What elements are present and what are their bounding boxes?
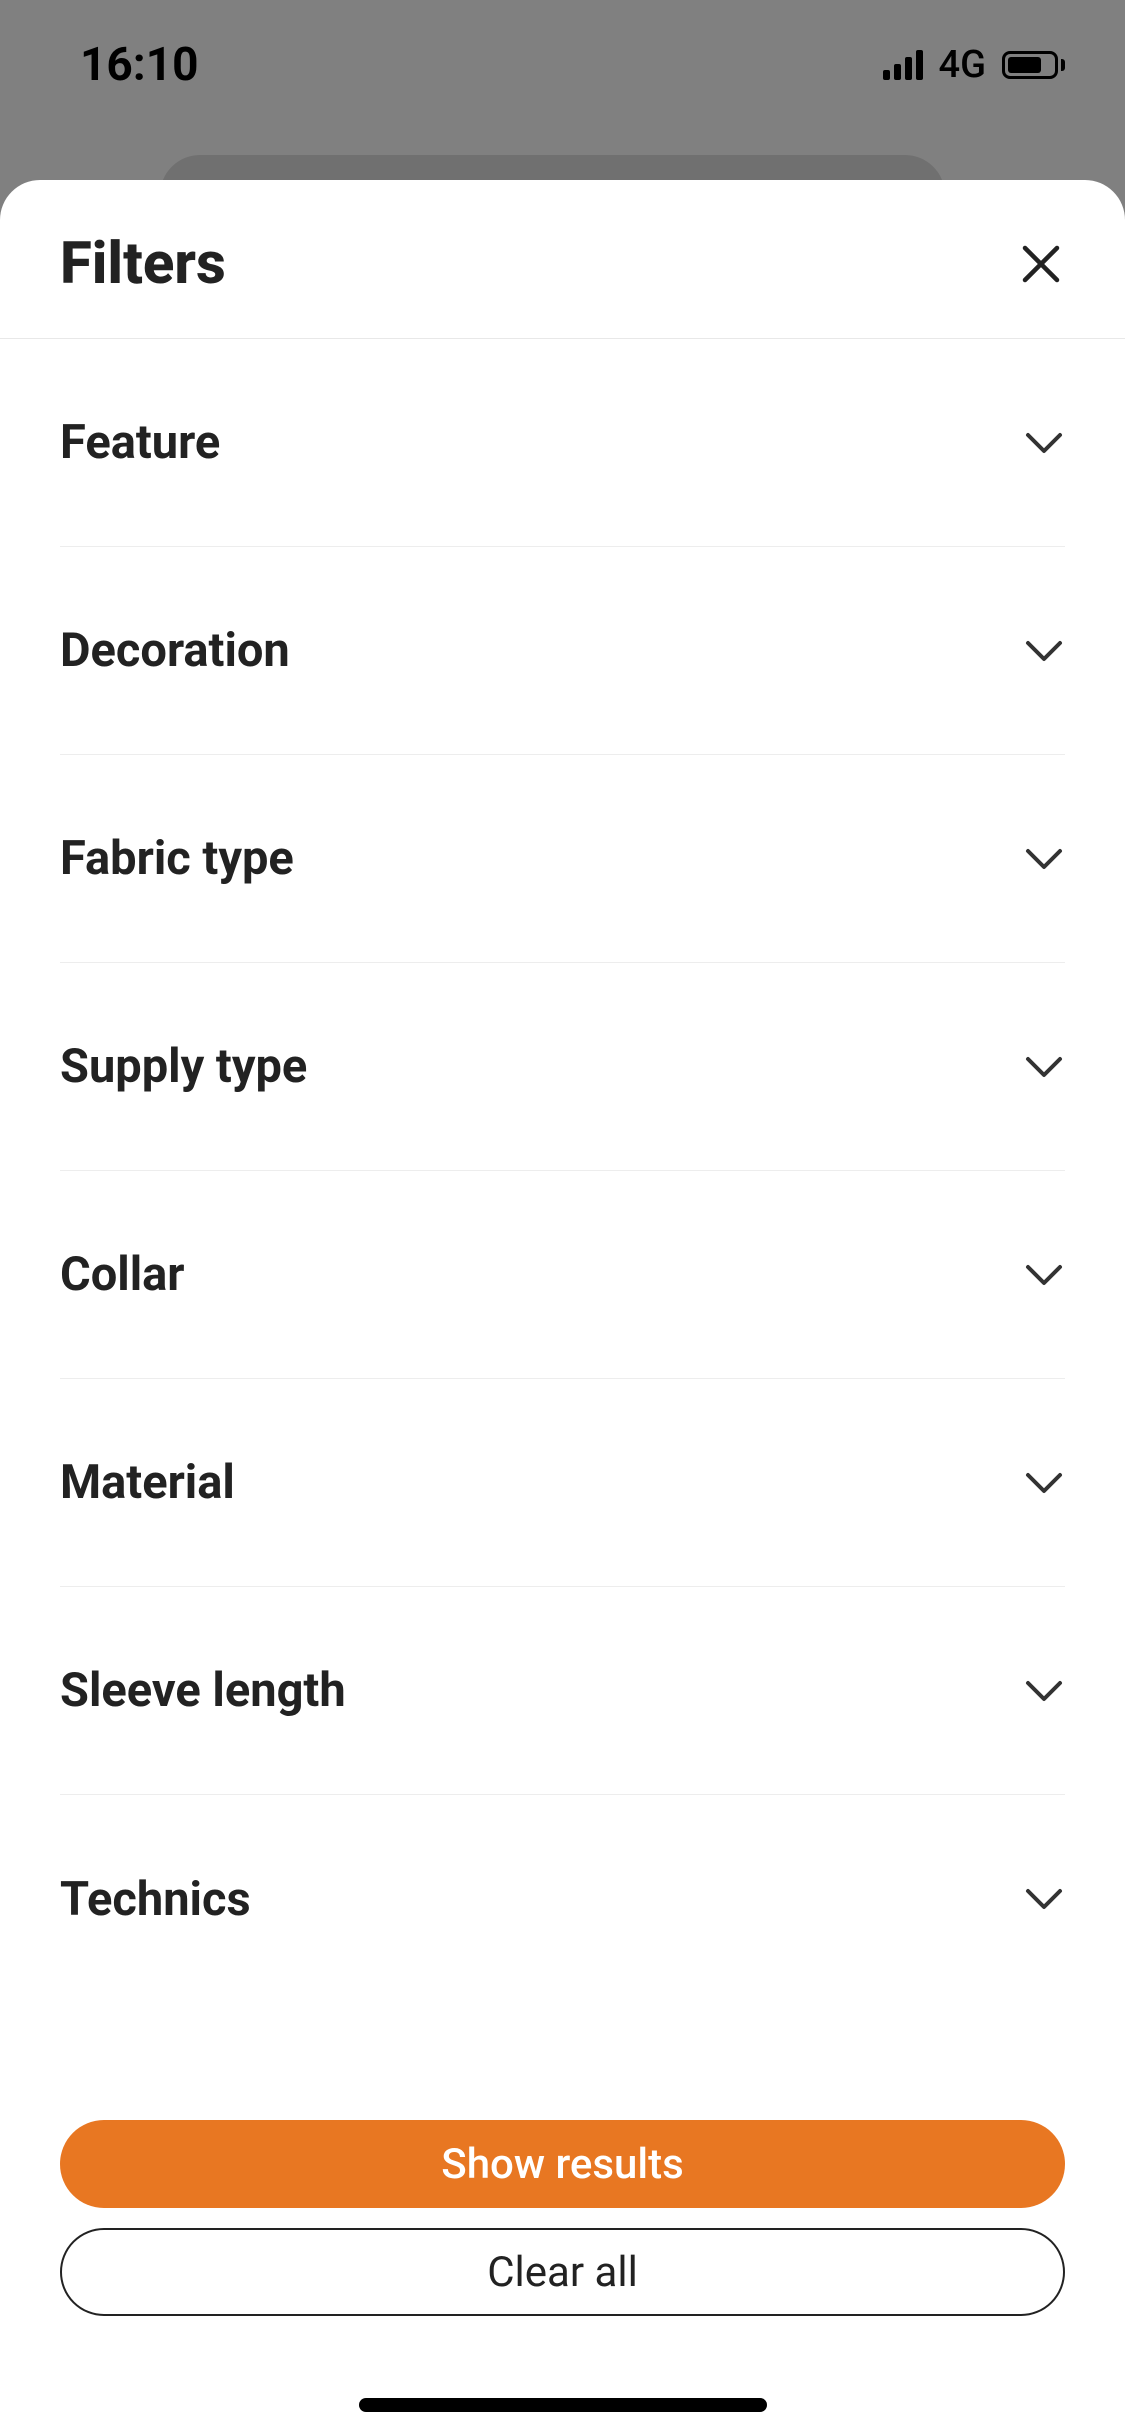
filter-row-collar[interactable]: Collar	[60, 1171, 1065, 1379]
chevron-down-icon	[1023, 630, 1065, 672]
filter-row-sleeve-length[interactable]: Sleeve length	[60, 1587, 1065, 1795]
filter-row-material[interactable]: Material	[60, 1379, 1065, 1587]
filters-sheet: Filters Feature Decoration Fabric type	[0, 180, 1125, 2436]
network-label: 4G	[939, 43, 986, 87]
filter-label: Feature	[60, 415, 220, 470]
show-results-button[interactable]: Show results	[60, 2120, 1065, 2208]
filter-label: Sleeve length	[60, 1663, 346, 1718]
chevron-down-icon	[1023, 1046, 1065, 1088]
chevron-down-icon	[1023, 1878, 1065, 1920]
chevron-down-icon	[1023, 838, 1065, 880]
cellular-signal-icon	[883, 50, 923, 80]
battery-icon	[1002, 51, 1065, 79]
filter-row-technics[interactable]: Technics	[60, 1795, 1065, 2003]
filter-row-decoration[interactable]: Decoration	[60, 547, 1065, 755]
chevron-down-icon	[1023, 1254, 1065, 1296]
filter-label: Fabric type	[60, 831, 294, 886]
sheet-title: Filters	[60, 230, 226, 298]
close-button[interactable]	[1017, 240, 1065, 288]
home-indicator[interactable]	[359, 2398, 767, 2412]
filter-label: Decoration	[60, 623, 290, 678]
filter-label: Supply type	[60, 1039, 307, 1094]
status-right: 4G	[883, 43, 1065, 87]
filter-row-fabric-type[interactable]: Fabric type	[60, 755, 1065, 963]
clear-all-button[interactable]: Clear all	[60, 2228, 1065, 2316]
status-bar: 16:10 4G	[0, 0, 1125, 130]
close-icon	[1019, 242, 1063, 286]
status-time: 16:10	[80, 38, 199, 92]
filter-label: Material	[60, 1455, 235, 1510]
chevron-down-icon	[1023, 1462, 1065, 1504]
filter-row-feature[interactable]: Feature	[60, 339, 1065, 547]
sheet-header: Filters	[0, 180, 1125, 339]
chevron-down-icon	[1023, 1670, 1065, 1712]
sheet-footer: Show results Clear all	[0, 2098, 1125, 2436]
filter-label: Collar	[60, 1247, 185, 1302]
filter-row-supply-type[interactable]: Supply type	[60, 963, 1065, 1171]
chevron-down-icon	[1023, 422, 1065, 464]
filter-label: Technics	[60, 1872, 251, 1927]
